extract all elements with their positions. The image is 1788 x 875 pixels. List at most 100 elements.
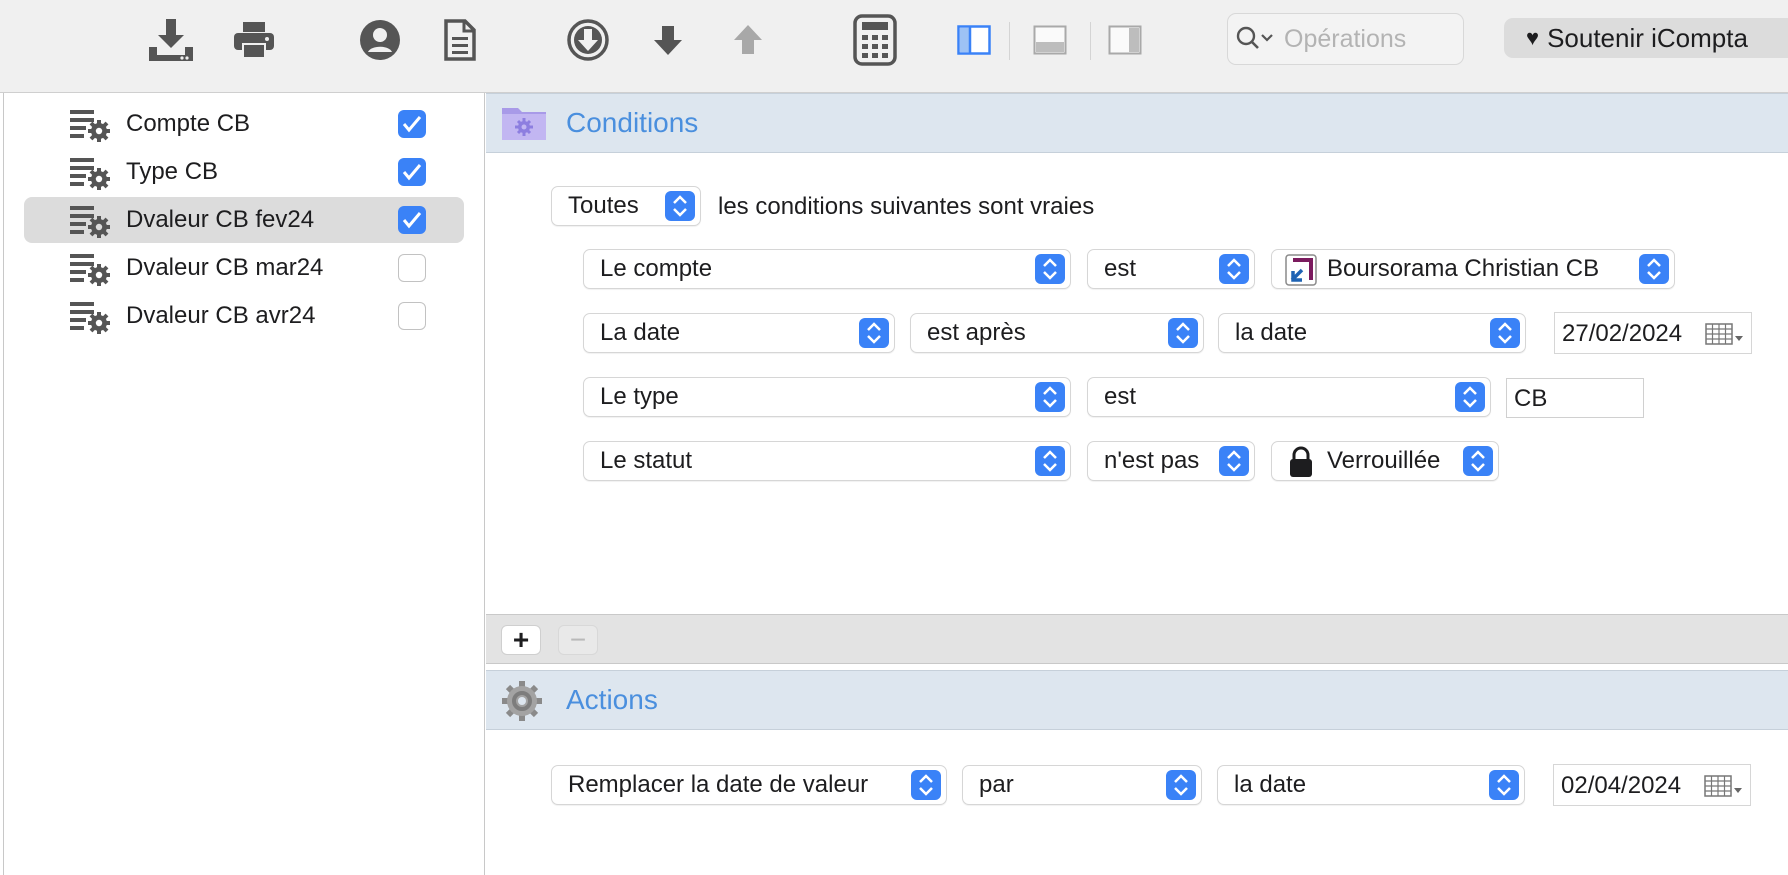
condition-field-value: Le statut [600, 447, 693, 474]
condition-field-value: Le type [600, 383, 679, 410]
print-icon[interactable] [228, 14, 280, 66]
heart-icon: ♥ [1526, 25, 1540, 50]
condition-field-popup[interactable]: Le statut [583, 441, 1071, 481]
popup-arrows-icon [1035, 446, 1065, 476]
smart-folder-icon [500, 102, 548, 147]
condition-operator-popup[interactable]: est [1087, 377, 1491, 417]
add-condition-button[interactable]: + [501, 624, 541, 655]
condition-operator-popup[interactable]: n'est pas [1087, 441, 1255, 481]
rule-gear-icon [68, 299, 112, 340]
condition-value-text: Verrouillée [1327, 447, 1441, 474]
action-operator-popup[interactable]: par [962, 765, 1202, 805]
panel-bottom-icon[interactable] [1030, 14, 1070, 66]
popup-arrows-icon [1219, 254, 1249, 284]
popup-arrows-icon [1489, 770, 1519, 800]
sidebar-item-dvaleur-cb-avr24[interactable]: Dvaleur CB avr24 [24, 293, 464, 339]
condition-text-field[interactable]: CB [1506, 378, 1644, 418]
lock-icon [1288, 446, 1314, 483]
rule-gear-icon [68, 203, 112, 244]
popup-arrows-icon [1168, 318, 1198, 348]
condition-date-field[interactable]: 27/02/2024 [1554, 312, 1752, 354]
sidebar-item-dvaleur-cb-mar24[interactable]: Dvaleur CB mar24 [24, 245, 464, 291]
support-label: Soutenir iCompta [1547, 22, 1748, 53]
popup-arrows-icon [1490, 318, 1520, 348]
sidebar-item-label: Compte CB [126, 110, 251, 137]
rule-enabled-checkbox[interactable] [398, 206, 426, 234]
action-value-popup[interactable]: la date [1217, 765, 1525, 805]
condition-value-popup[interactable]: Boursorama Christian CB [1271, 249, 1675, 289]
popup-arrows-icon [911, 770, 941, 800]
sidebar-item-label: Type CB [126, 158, 219, 185]
rule-enabled-checkbox[interactable] [398, 302, 426, 330]
match-mode-popup[interactable]: Toutes [551, 186, 701, 226]
calculator-icon[interactable] [850, 14, 900, 66]
action-value-text: la date [1234, 771, 1307, 798]
sidebar-item-type-cb[interactable]: Type CB [24, 149, 464, 195]
popup-arrows-icon [1166, 770, 1196, 800]
rule-editor: Conditions Toutes les conditions suivant… [486, 93, 1788, 875]
popup-arrows-icon [665, 191, 695, 221]
action-date-value: 02/04/2024 [1561, 772, 1682, 799]
sidebar-item-dvaleur-cb-fev24[interactable]: Dvaleur CB fev24 [24, 197, 464, 243]
condition-operator-value: est après [927, 319, 1026, 346]
match-mode-text: les conditions suivantes sont vraies [718, 193, 1095, 220]
toolbar-separator [1009, 22, 1010, 60]
calendar-grid-icon[interactable] [1704, 775, 1744, 804]
rule-gear-icon [68, 107, 112, 148]
search-field[interactable] [1227, 13, 1464, 65]
sidebar-item-label: Dvaleur CB avr24 [126, 302, 316, 329]
arrow-down-icon[interactable] [650, 14, 686, 66]
arrow-up-icon [730, 14, 766, 66]
conditions-header: Conditions [486, 93, 1788, 153]
popup-arrows-icon [859, 318, 889, 348]
download-icon[interactable] [145, 14, 197, 66]
popup-arrows-icon [1639, 254, 1669, 284]
action-type-popup[interactable]: Remplacer la date de valeur [551, 765, 947, 805]
action-type-value: Remplacer la date de valeur [568, 771, 869, 798]
condition-operator-popup[interactable]: est après [910, 313, 1204, 353]
popup-arrows-icon [1035, 382, 1065, 412]
condition-field-popup[interactable]: Le type [583, 377, 1071, 417]
toolbar: ♥ Soutenir iCompta [0, 0, 1788, 93]
condition-operator-value: est [1104, 383, 1137, 410]
rule-enabled-checkbox[interactable] [398, 158, 426, 186]
sidebar-edge [3, 93, 4, 875]
rule-enabled-checkbox[interactable] [398, 110, 426, 138]
action-date-field[interactable]: 02/04/2024 [1553, 764, 1751, 806]
bank-account-icon [1285, 254, 1317, 291]
condition-value-popup[interactable]: Verrouillée [1271, 441, 1499, 481]
condition-value-text: la date [1235, 319, 1308, 346]
condition-date-value: 27/02/2024 [1562, 320, 1683, 347]
condition-value-popup[interactable]: la date [1218, 313, 1526, 353]
condition-field-value: La date [600, 319, 681, 346]
conditions-title: Conditions [566, 107, 699, 138]
sidebar-right-icon[interactable] [1105, 14, 1145, 66]
sidebar-item-label: Dvaleur CB fev24 [126, 206, 315, 233]
action-operator-value: par [979, 771, 1014, 798]
actions-header: Actions [486, 670, 1788, 730]
popup-arrows-icon [1035, 254, 1065, 284]
account-icon[interactable] [357, 14, 403, 66]
condition-operator-value: est [1104, 255, 1137, 282]
conditions-button-bar: + − [486, 614, 1788, 664]
gear-icon [500, 679, 548, 728]
sidebar-left-icon[interactable] [954, 14, 994, 66]
document-icon[interactable] [440, 14, 480, 66]
popup-arrows-icon [1455, 382, 1485, 412]
support-button[interactable]: ♥ Soutenir iCompta [1504, 18, 1788, 58]
circle-down-icon[interactable] [565, 14, 611, 66]
condition-field-popup[interactable]: La date [583, 313, 895, 353]
rule-enabled-checkbox[interactable] [398, 254, 426, 282]
rule-gear-icon [68, 155, 112, 196]
calendar-grid-icon[interactable] [1705, 323, 1745, 352]
condition-operator-popup[interactable]: est [1087, 249, 1255, 289]
sidebar-item-compte-cb[interactable]: Compte CB [24, 101, 464, 147]
sidebar-item-label: Dvaleur CB mar24 [126, 254, 324, 281]
condition-field-popup[interactable]: Le compte [583, 249, 1071, 289]
search-input[interactable] [1282, 23, 1461, 55]
search-icon[interactable] [1236, 26, 1274, 52]
popup-arrows-icon [1463, 446, 1493, 476]
condition-field-value: Le compte [600, 255, 713, 282]
popup-arrows-icon [1219, 446, 1249, 476]
match-mode-value: Toutes [568, 192, 639, 219]
